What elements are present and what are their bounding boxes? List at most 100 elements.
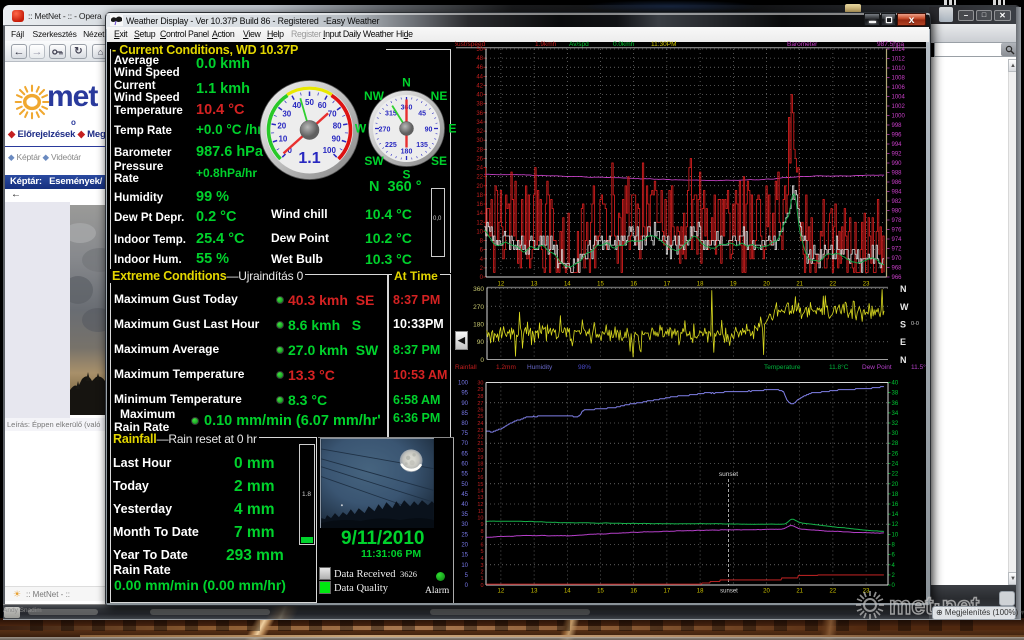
- svg-text:2: 2: [480, 570, 483, 576]
- svg-text:28: 28: [477, 394, 483, 400]
- svg-text:4: 4: [892, 563, 896, 569]
- svg-text:22: 22: [830, 282, 837, 288]
- svg-text:2: 2: [480, 266, 484, 272]
- svg-text:sunset: sunset: [720, 589, 738, 595]
- svg-text:100: 100: [458, 381, 469, 387]
- svg-text:34: 34: [476, 120, 483, 126]
- svg-text:50: 50: [305, 98, 314, 107]
- svg-text:360: 360: [473, 286, 484, 293]
- svg-text:980: 980: [892, 209, 903, 215]
- svg-text:75: 75: [461, 431, 468, 437]
- svg-text:15: 15: [477, 482, 483, 488]
- svg-text:12: 12: [498, 589, 505, 595]
- svg-text:1014: 1014: [892, 47, 906, 53]
- svg-text:0: 0: [465, 583, 469, 589]
- svg-text:17: 17: [664, 282, 671, 288]
- svg-text:90: 90: [477, 339, 485, 346]
- svg-text:70: 70: [461, 441, 468, 447]
- svg-text:N: N: [900, 284, 907, 294]
- svg-text:15: 15: [461, 553, 468, 559]
- svg-text:10: 10: [476, 229, 483, 235]
- svg-text:16: 16: [476, 202, 483, 208]
- svg-text:4: 4: [480, 556, 483, 562]
- svg-text:90: 90: [425, 126, 433, 133]
- svg-text:Av/spd: Av/spd: [569, 41, 589, 48]
- svg-text:0: 0: [480, 583, 483, 589]
- svg-text:10: 10: [461, 563, 468, 569]
- svg-text:40: 40: [292, 101, 301, 110]
- svg-text:18: 18: [697, 589, 704, 595]
- svg-text:29: 29: [477, 387, 483, 393]
- svg-text:1000: 1000: [892, 114, 906, 120]
- svg-text:12: 12: [476, 220, 483, 226]
- svg-text:11.5°C: 11.5°C: [911, 363, 926, 371]
- svg-text:SE: SE: [431, 154, 447, 168]
- svg-text:18: 18: [476, 193, 483, 199]
- svg-text:8: 8: [480, 239, 484, 245]
- svg-text:21: 21: [796, 589, 803, 595]
- svg-text:10: 10: [892, 532, 899, 538]
- svg-text:11: 11: [478, 509, 484, 515]
- svg-text:14: 14: [564, 589, 571, 595]
- svg-text:15: 15: [597, 589, 604, 595]
- svg-text:17: 17: [477, 468, 483, 474]
- svg-text:85: 85: [461, 411, 468, 417]
- svg-text:38: 38: [476, 102, 483, 108]
- svg-text:W: W: [355, 122, 367, 136]
- svg-text:0: 0: [480, 357, 484, 364]
- svg-text:20: 20: [892, 482, 899, 488]
- svg-text:966: 966: [892, 275, 903, 281]
- svg-text:13: 13: [531, 282, 538, 288]
- svg-text:40: 40: [476, 93, 483, 99]
- svg-text:S: S: [402, 168, 410, 182]
- svg-text:22: 22: [892, 472, 899, 478]
- svg-text:19: 19: [730, 282, 737, 288]
- svg-text:1.9kmh: 1.9kmh: [535, 41, 557, 48]
- svg-text:26: 26: [892, 451, 899, 457]
- svg-text:1002: 1002: [892, 104, 906, 110]
- svg-text:12: 12: [892, 522, 899, 528]
- svg-text:6: 6: [480, 543, 483, 549]
- svg-text:30: 30: [461, 522, 468, 528]
- svg-text:44: 44: [476, 74, 483, 80]
- svg-text:60: 60: [461, 462, 468, 468]
- svg-text:50: 50: [476, 47, 483, 53]
- svg-text:N: N: [402, 76, 411, 90]
- svg-text:16: 16: [630, 589, 637, 595]
- svg-text:982: 982: [892, 199, 903, 205]
- svg-text:23: 23: [863, 282, 870, 288]
- svg-text:20: 20: [476, 184, 483, 190]
- svg-text:60: 60: [318, 101, 327, 110]
- svg-text:32: 32: [476, 129, 483, 135]
- svg-text:24: 24: [477, 421, 483, 427]
- svg-text:988: 988: [892, 171, 903, 177]
- svg-text:40: 40: [892, 381, 899, 387]
- svg-text:20: 20: [763, 589, 770, 595]
- svg-text:NW: NW: [364, 89, 385, 103]
- svg-text:225: 225: [385, 142, 397, 149]
- svg-text:70: 70: [328, 110, 337, 119]
- svg-text:18: 18: [697, 282, 704, 288]
- svg-text:11:30PM: 11:30PM: [651, 41, 677, 48]
- svg-text:998: 998: [892, 123, 903, 129]
- svg-text:3: 3: [480, 563, 483, 569]
- svg-text:98%: 98%: [578, 364, 591, 371]
- svg-text:Temperature: Temperature: [764, 364, 801, 371]
- svg-text:22: 22: [476, 175, 483, 181]
- svg-text:100: 100: [323, 146, 337, 155]
- svg-text:SW: SW: [364, 154, 384, 168]
- svg-text:20: 20: [477, 448, 483, 454]
- svg-text:996: 996: [892, 133, 903, 139]
- svg-text:4: 4: [480, 257, 484, 263]
- svg-text:13: 13: [531, 589, 538, 595]
- svg-text:270: 270: [379, 126, 391, 133]
- svg-text:Rainfall: Rainfall: [455, 364, 477, 371]
- svg-text:1010: 1010: [892, 66, 906, 72]
- svg-text:45: 45: [418, 111, 426, 118]
- svg-text:55: 55: [461, 472, 468, 478]
- svg-text:1: 1: [480, 576, 483, 582]
- svg-text:E: E: [900, 337, 906, 347]
- svg-text:50: 50: [461, 482, 468, 488]
- svg-text:974: 974: [892, 237, 903, 243]
- svg-text:976: 976: [892, 228, 903, 234]
